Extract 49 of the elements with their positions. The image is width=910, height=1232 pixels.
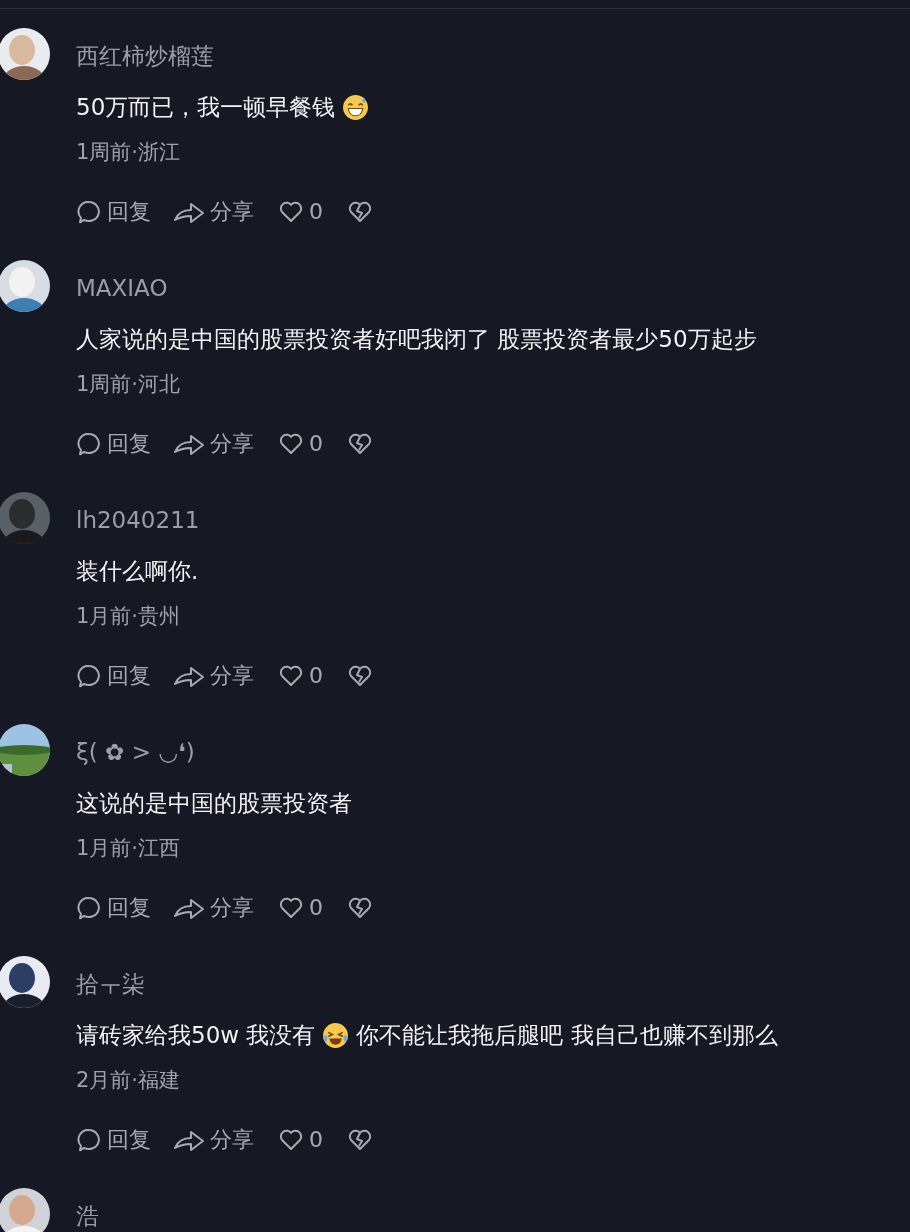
comment-time-location: 1周前·浙江 <box>76 139 181 166</box>
heart-icon <box>278 199 304 225</box>
comment-time-location: 2月前·福建 <box>76 1067 181 1094</box>
comment-icon <box>76 895 102 921</box>
comment-text: 请砖家给我50w 我没有 <box>76 1021 316 1050</box>
comment-text: 50万而已，我一顿早餐钱 <box>76 93 336 122</box>
reply-button[interactable]: 回复 <box>76 196 151 228</box>
share-button[interactable]: 分享 <box>173 892 254 924</box>
comment-text: 这说的是中国的股票投资者 <box>76 789 352 818</box>
username[interactable]: MAXIAO <box>76 273 168 303</box>
reply-button[interactable]: 回复 <box>76 892 151 924</box>
like-button[interactable]: 0 <box>278 660 323 692</box>
username[interactable]: lh2040211 <box>76 505 200 535</box>
broken-heart-icon[interactable] <box>347 663 373 689</box>
comment-time-location: 1月前·江西 <box>76 835 181 862</box>
crying-laughing-emoji-icon <box>322 1021 350 1049</box>
like-button[interactable]: 0 <box>278 196 323 228</box>
broken-heart-icon[interactable] <box>347 895 373 921</box>
reply-button[interactable]: 回复 <box>76 660 151 692</box>
broken-heart-icon[interactable] <box>347 1127 373 1153</box>
username[interactable]: 西红柿炒榴莲 <box>76 41 214 71</box>
username[interactable]: 浩 <box>76 1201 99 1231</box>
share-button[interactable]: 分享 <box>173 1124 254 1156</box>
comment-time-location: 1月前·贵州 <box>76 603 181 630</box>
share-button[interactable]: 分享 <box>173 660 254 692</box>
heart-icon <box>278 431 304 457</box>
heart-icon <box>278 895 304 921</box>
username[interactable]: 拾ㅜ柒 <box>76 969 145 999</box>
heart-icon <box>278 1127 304 1153</box>
like-button[interactable]: 0 <box>278 892 323 924</box>
broken-heart-icon[interactable] <box>347 199 373 225</box>
share-button[interactable]: 分享 <box>173 428 254 460</box>
comment-icon <box>76 1127 102 1153</box>
comment-icon <box>76 431 102 457</box>
reply-button[interactable]: 回复 <box>76 428 151 460</box>
username[interactable]: ξ( ✿ > ◡❛) <box>76 737 195 767</box>
comment-text: 你不能让我拖后腿吧 我自己也赚不到那么 <box>356 1021 778 1050</box>
comment-icon <box>76 199 102 225</box>
share-button[interactable]: 分享 <box>173 196 254 228</box>
like-button[interactable]: 0 <box>278 428 323 460</box>
comment-time-location: 1周前·河北 <box>76 371 181 398</box>
heart-icon <box>278 663 304 689</box>
like-button[interactable]: 0 <box>278 1124 323 1156</box>
comment-text: 人家说的是中国的股票投资者好吧我闭了 股票投资者最少50万起步 <box>76 325 757 354</box>
reply-button[interactable]: 回复 <box>76 1124 151 1156</box>
comment-text: 装什么啊你. <box>76 557 199 586</box>
comment-icon <box>76 663 102 689</box>
broken-heart-icon[interactable] <box>347 431 373 457</box>
grinning-sweat-emoji-icon <box>342 93 370 121</box>
